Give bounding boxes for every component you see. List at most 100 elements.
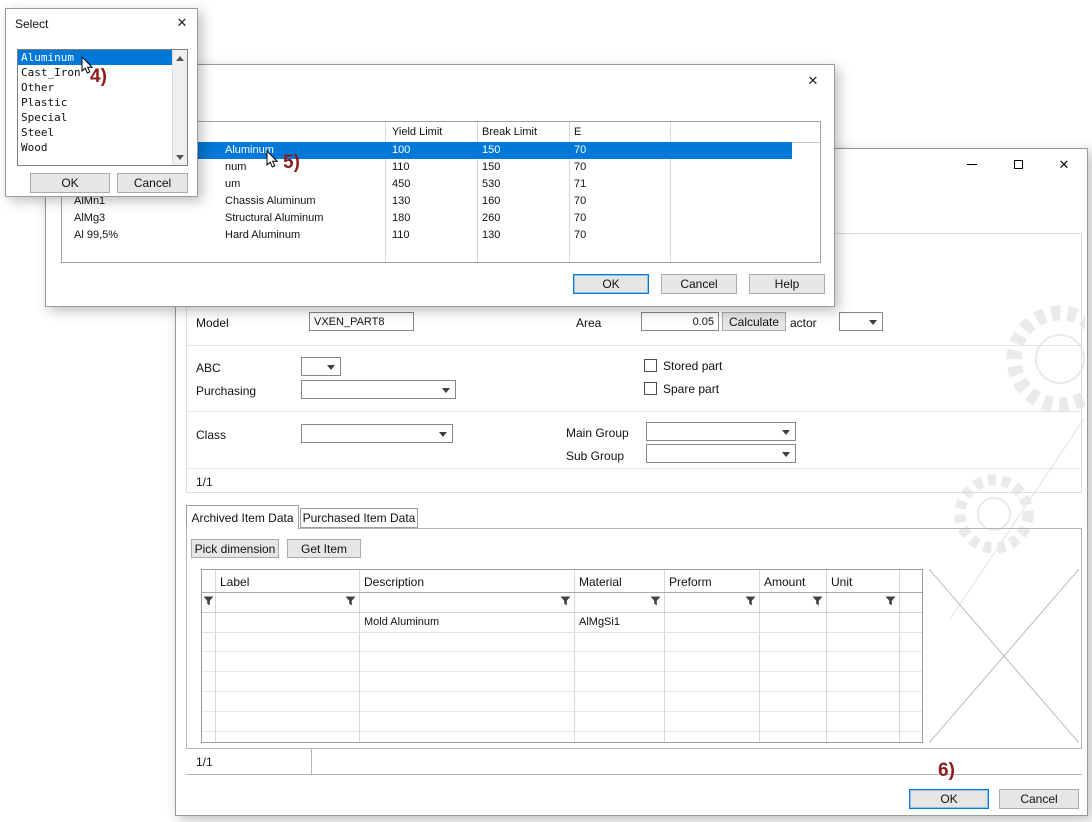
divider — [759, 570, 760, 742]
main-group-combo[interactable] — [646, 422, 796, 441]
purchasing-label: Purchasing — [196, 384, 256, 398]
class-label: Class — [196, 428, 226, 442]
col-header-preform: Preform — [669, 575, 712, 589]
sub-group-combo[interactable] — [646, 444, 796, 463]
cancel-button[interactable]: Cancel — [999, 789, 1079, 809]
col-header-amount: Amount — [764, 575, 805, 589]
purchasing-combo[interactable] — [301, 380, 456, 399]
divider — [202, 632, 922, 633]
factor-combo[interactable] — [839, 312, 883, 331]
chevron-down-icon — [439, 432, 447, 437]
grid-cell-material[interactable]: AlMgSi1 — [579, 616, 620, 628]
grid-cell-description[interactable]: Mold Aluminum — [364, 616, 439, 628]
minimize-button[interactable] — [949, 149, 995, 180]
divider — [826, 570, 827, 742]
cell-break: 260 — [482, 212, 500, 224]
divider — [187, 468, 1081, 469]
col-header-e: E — [574, 126, 581, 138]
cursor-arrow-icon — [81, 56, 95, 76]
cell-yield: 110 — [392, 229, 410, 241]
ok-button[interactable]: OK — [30, 173, 110, 193]
class-combo[interactable] — [301, 424, 453, 443]
stored-part-label: Stored part — [663, 359, 722, 373]
close-button[interactable]: ✕ — [802, 71, 824, 91]
sub-group-label: Sub Group — [566, 449, 624, 463]
list-item[interactable]: Special — [18, 110, 172, 125]
col-header-material: Material — [579, 575, 622, 589]
divider — [899, 570, 900, 742]
cell-e: 70 — [574, 161, 586, 173]
maximize-button[interactable] — [995, 149, 1041, 180]
cell-e: 70 — [574, 229, 586, 241]
close-icon: ✕ — [177, 15, 188, 31]
col-header-description: Description — [364, 575, 424, 589]
cell-yield: 450 — [392, 178, 410, 190]
material-row[interactable]: AlMg3 Structural Aluminum 180 260 70 — [63, 210, 819, 227]
cell-break: 130 — [482, 229, 500, 241]
abc-label: ABC — [196, 361, 221, 375]
col-header-yield-limit: Yield Limit — [392, 126, 442, 138]
chevron-down-icon — [782, 452, 790, 457]
abc-combo[interactable] — [301, 357, 341, 376]
divider — [664, 570, 665, 742]
scrollbar[interactable] — [172, 50, 187, 165]
cell-yield: 110 — [392, 161, 410, 173]
model-label: Model — [196, 316, 229, 330]
tab-purchased-item-data[interactable]: Purchased Item Data — [300, 508, 418, 528]
factor-label: actor — [790, 316, 817, 330]
filter-icon[interactable] — [560, 596, 571, 609]
minimize-icon — [967, 164, 977, 165]
filter-icon[interactable] — [203, 596, 214, 609]
col-header-unit: Unit — [831, 575, 852, 589]
spare-part-checkbox[interactable] — [644, 382, 657, 395]
calculate-button[interactable]: Calculate — [722, 312, 786, 331]
area-label: Area — [576, 316, 601, 330]
list-item[interactable]: Steel — [18, 125, 172, 140]
scroll-down-icon[interactable] — [173, 150, 187, 164]
cell-description: Structural Aluminum — [225, 212, 323, 224]
spare-part-label: Spare part — [663, 382, 719, 396]
material-row[interactable]: Al 99,5% Hard Aluminum 110 130 70 — [63, 227, 819, 244]
cell-description: um — [225, 178, 240, 190]
area-input[interactable]: 0.05 — [641, 312, 719, 331]
close-button[interactable]: ✕ — [171, 13, 193, 33]
filter-icon[interactable] — [745, 596, 756, 609]
grid-page-indicator: 1/1 — [196, 755, 213, 769]
pick-dimension-button[interactable]: Pick dimension — [191, 539, 279, 558]
list-item[interactable]: Wood — [18, 140, 172, 155]
filter-icon[interactable] — [885, 596, 896, 609]
divider — [187, 345, 1081, 346]
cell-yield: 130 — [392, 195, 410, 207]
cell-break: 530 — [482, 178, 500, 190]
scroll-up-icon[interactable] — [173, 51, 187, 65]
filter-icon[interactable] — [650, 596, 661, 609]
cell-e: 70 — [574, 195, 586, 207]
preview-placeholder — [929, 569, 1079, 743]
grid-empty-rows — [202, 632, 922, 742]
annotation-step-5: 5) — [283, 152, 300, 174]
cancel-button[interactable]: Cancel — [117, 173, 188, 193]
cell-name: Al 99,5% — [74, 229, 118, 241]
close-button[interactable]: ✕ — [1041, 149, 1087, 180]
cancel-button[interactable]: Cancel — [661, 274, 737, 294]
divider — [202, 592, 922, 593]
cell-break: 150 — [482, 161, 500, 173]
ok-button[interactable]: OK — [909, 789, 989, 809]
list-item[interactable]: Aluminum — [18, 50, 172, 65]
ok-button[interactable]: OK — [573, 274, 649, 294]
cell-description: Chassis Aluminum — [225, 195, 315, 207]
item-grid: Label Description Material Preform Amoun… — [201, 569, 923, 743]
tab-archived-item-data[interactable]: Archived Item Data — [186, 505, 299, 529]
help-button[interactable]: Help — [749, 274, 825, 294]
get-item-button[interactable]: Get Item — [287, 539, 361, 558]
filter-icon[interactable] — [345, 596, 356, 609]
cell-yield: 180 — [392, 212, 410, 224]
model-input[interactable]: VXEN_PART8 — [309, 312, 414, 331]
chevron-down-icon — [442, 388, 450, 393]
close-icon: ✕ — [1059, 157, 1070, 173]
cell-e: 70 — [574, 144, 586, 156]
list-item[interactable]: Plastic — [18, 95, 172, 110]
stored-part-checkbox[interactable] — [644, 359, 657, 372]
filter-icon[interactable] — [812, 596, 823, 609]
chevron-down-icon — [782, 430, 790, 435]
